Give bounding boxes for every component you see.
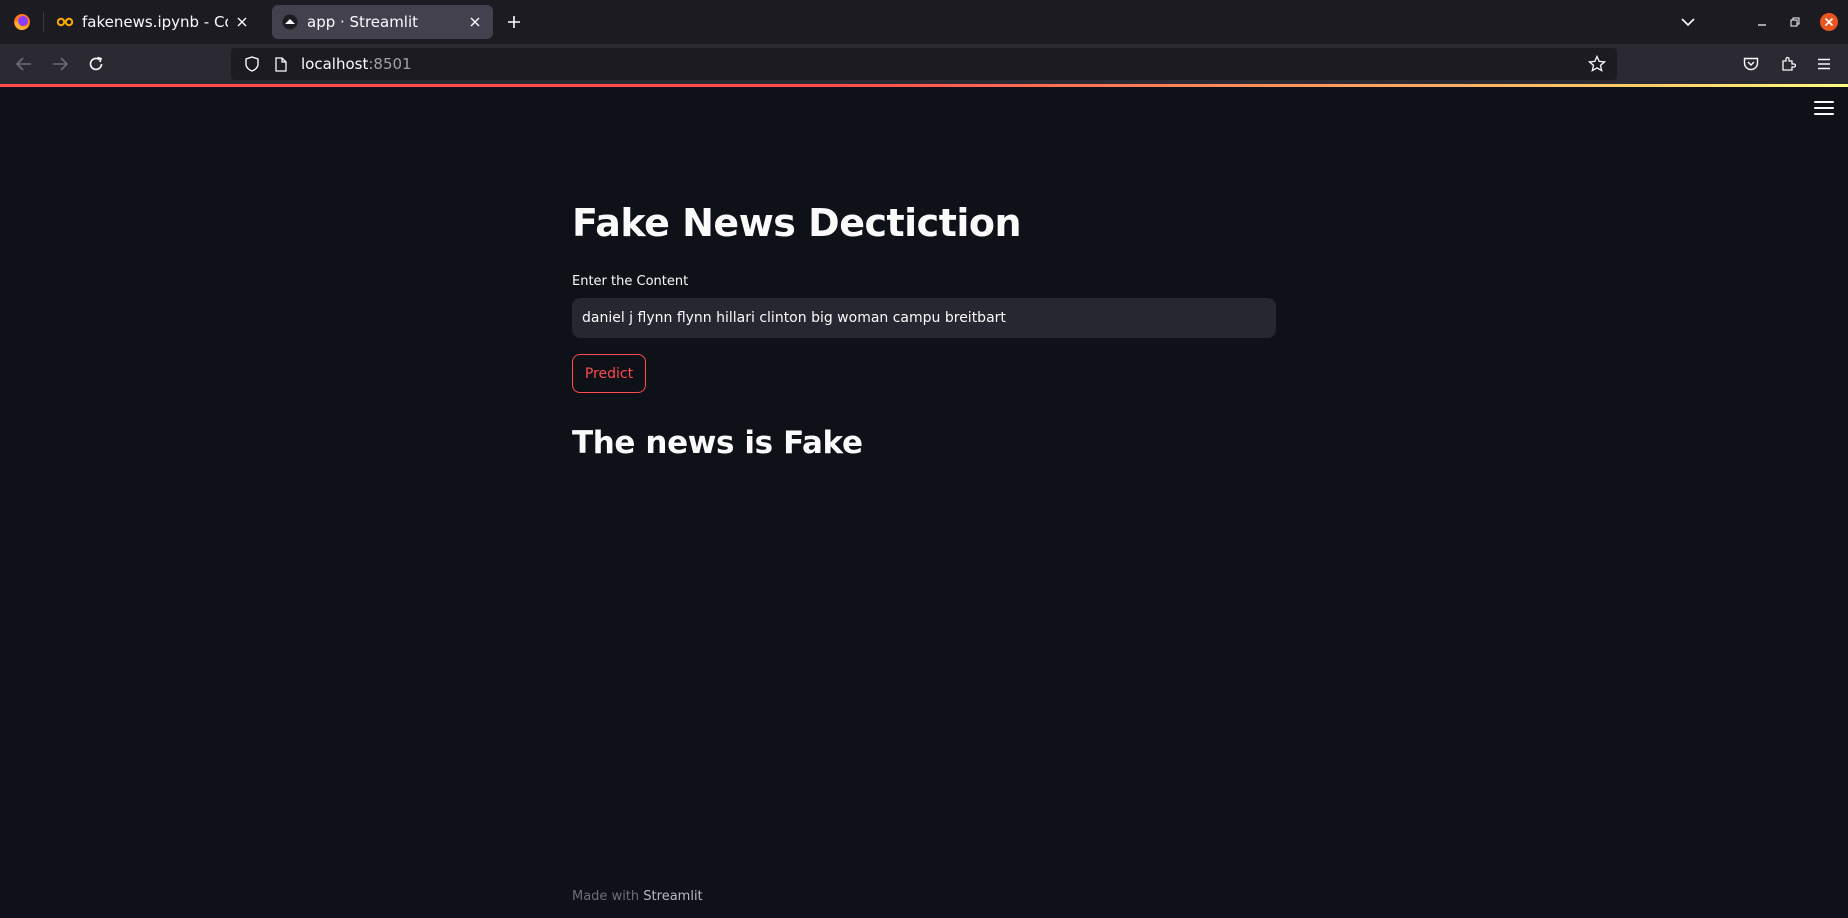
address-bar[interactable]: localhost:8501 — [231, 48, 1617, 80]
forward-arrow-icon[interactable] — [48, 52, 72, 76]
window-close-icon[interactable] — [1817, 10, 1841, 34]
url-port: :8501 — [368, 55, 412, 73]
url-host: localhost — [301, 55, 369, 73]
minimize-icon[interactable] — [1750, 10, 1774, 34]
prediction-result: The news is Fake — [572, 425, 863, 461]
footer: Made with Streamlit — [572, 889, 703, 904]
content-input-label: Enter the Content — [572, 274, 689, 289]
extensions-icon[interactable] — [1776, 52, 1800, 76]
content-input[interactable] — [572, 298, 1276, 338]
new-tab-plus-icon[interactable] — [502, 10, 526, 34]
tab-streamlit[interactable]: app · Streamlit — [272, 5, 493, 39]
tab-title: app · Streamlit — [307, 13, 419, 31]
shield-icon[interactable] — [243, 55, 261, 73]
app-menu-icon[interactable] — [1814, 101, 1834, 117]
predict-button[interactable]: Predict — [572, 354, 646, 393]
url-text[interactable]: localhost:8501 — [301, 55, 412, 73]
colab-icon — [57, 14, 73, 30]
firefox-icon[interactable] — [0, 0, 44, 44]
footer-prefix: Made with — [572, 889, 640, 904]
back-arrow-icon[interactable] — [12, 52, 36, 76]
page-title: Fake News Dectiction — [572, 201, 1022, 245]
bookmark-star-icon[interactable] — [1587, 54, 1607, 74]
page-icon[interactable] — [273, 55, 289, 73]
close-icon[interactable] — [234, 14, 250, 30]
browser-navigation-bar: localhost:8501 — [0, 44, 1848, 84]
pocket-icon[interactable] — [1739, 52, 1763, 76]
reload-icon[interactable] — [84, 52, 108, 76]
streamlit-link[interactable]: Streamlit — [643, 889, 702, 904]
streamlit-icon — [282, 14, 298, 30]
restore-icon[interactable] — [1783, 10, 1807, 34]
browser-menu-icon[interactable] — [1812, 52, 1836, 76]
tab-separator — [43, 12, 44, 32]
close-icon[interactable] — [467, 14, 483, 30]
streamlit-app: Fake News Dectiction Enter the Content P… — [0, 87, 1848, 918]
tab-title: fakenews.ipynb - Colaboratory — [82, 13, 228, 31]
chevron-down-icon[interactable] — [1676, 10, 1700, 34]
tab-colab[interactable]: fakenews.ipynb - Colaboratory — [47, 5, 260, 39]
browser-tab-bar: fakenews.ipynb - Colaboratory app · Stre… — [0, 0, 1848, 44]
